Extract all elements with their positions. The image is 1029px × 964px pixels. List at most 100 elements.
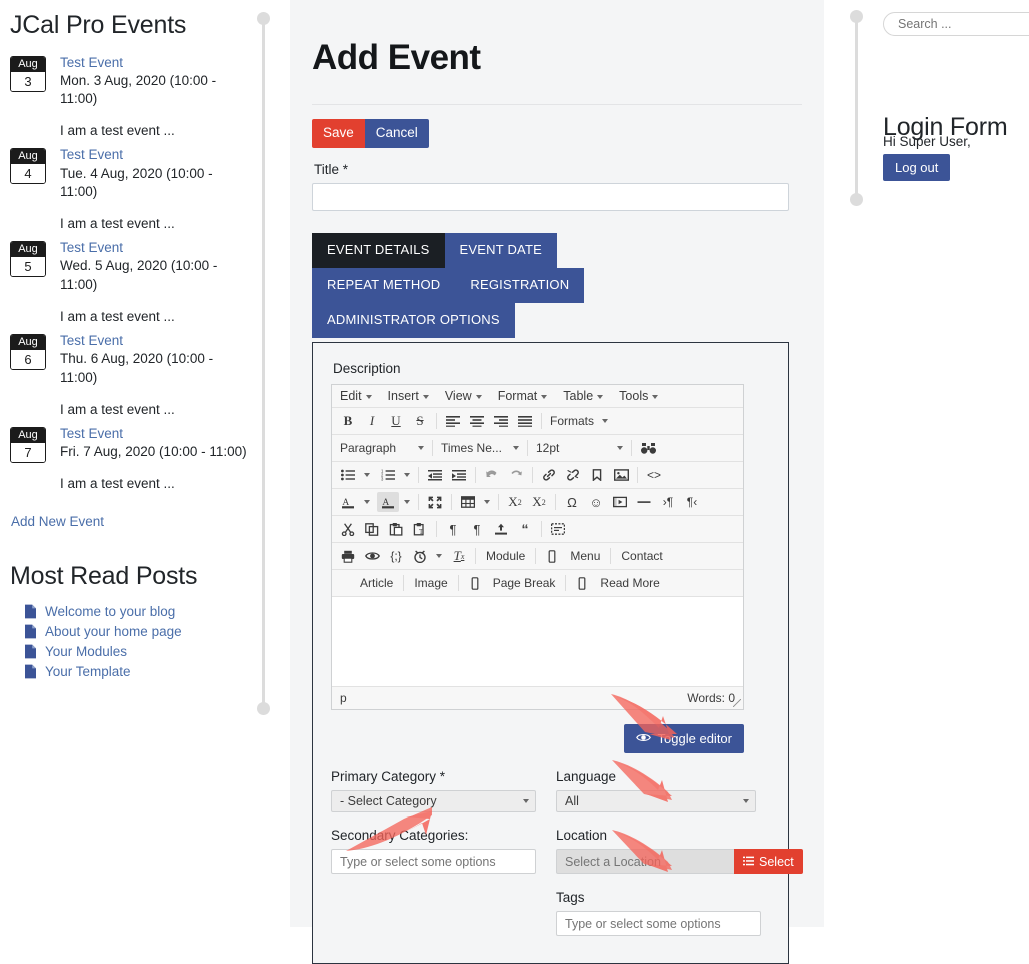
align-justify-icon[interactable]: [514, 411, 536, 431]
code-sample-icon[interactable]: {;}: [385, 546, 407, 566]
cut-icon[interactable]: [337, 519, 359, 539]
tab-administrator-options[interactable]: ADMINISTRATOR OPTIONS: [312, 303, 515, 339]
toggle-editor-button[interactable]: Toggle editor: [623, 724, 744, 754]
anchor-icon[interactable]: [586, 465, 608, 485]
editor-menu-format[interactable]: Format: [498, 389, 548, 403]
joomla-module-button[interactable]: Module: [480, 549, 531, 563]
image-icon[interactable]: [610, 465, 632, 485]
chevron-down-icon[interactable]: [404, 473, 410, 478]
add-new-event-link[interactable]: Add New Event: [11, 514, 104, 529]
link-icon[interactable]: [538, 465, 560, 485]
chevron-down-icon[interactable]: [404, 500, 410, 505]
editor-menu-insert[interactable]: Insert: [388, 389, 429, 403]
editor-menu-table[interactable]: Table: [563, 389, 604, 403]
secondary-categories-input[interactable]: [331, 849, 536, 875]
blockquote-icon[interactable]: “: [514, 519, 536, 539]
rail-knob-top[interactable]: [850, 10, 863, 23]
left-scroll-rail[interactable]: [257, 12, 270, 715]
binoculars-icon[interactable]: [637, 438, 659, 458]
editor-menu-tools[interactable]: Tools: [619, 389, 659, 403]
align-right-icon[interactable]: [490, 411, 512, 431]
right-scroll-rail[interactable]: [850, 10, 863, 206]
editor-menu-edit[interactable]: Edit: [340, 389, 372, 403]
show-blocks-icon[interactable]: ¶: [442, 519, 464, 539]
numbered-list-icon[interactable]: 123: [377, 465, 399, 485]
event-title-link[interactable]: Test Event: [60, 425, 250, 443]
tab-event-details[interactable]: EVENT DETAILS: [312, 232, 445, 268]
font-size-dropdown[interactable]: 12pt: [532, 438, 627, 458]
clear-formatting-icon[interactable]: Tx: [448, 546, 470, 566]
chevron-down-icon[interactable]: [436, 554, 442, 559]
align-left-icon[interactable]: [442, 411, 464, 431]
cancel-button[interactable]: Cancel: [364, 119, 429, 148]
template-icon[interactable]: [490, 519, 512, 539]
special-character-icon[interactable]: Ω: [561, 492, 583, 512]
visual-chars-icon[interactable]: [547, 519, 569, 539]
print-icon[interactable]: [337, 546, 359, 566]
undo-icon[interactable]: [481, 465, 503, 485]
location-select-button[interactable]: Select: [734, 849, 803, 875]
primary-category-select[interactable]: - Select Category: [331, 790, 536, 813]
copy-icon[interactable]: [361, 519, 383, 539]
chevron-down-icon[interactable]: [484, 500, 490, 505]
language-select[interactable]: All: [556, 790, 756, 813]
event-title-link[interactable]: Test Event: [60, 332, 250, 350]
joomla-read-more-button[interactable]: Read More: [594, 576, 665, 590]
bullet-list-icon[interactable]: [337, 465, 359, 485]
joomla-page-break-button[interactable]: Page Break: [487, 576, 562, 590]
tags-input[interactable]: [556, 911, 761, 937]
post-link[interactable]: About your home page: [45, 624, 182, 639]
editor-resize-handle[interactable]: [733, 699, 741, 708]
underline-icon[interactable]: U: [385, 411, 407, 431]
search-input[interactable]: [883, 12, 1029, 36]
event-title-link[interactable]: Test Event: [60, 239, 250, 257]
horizontal-rule-icon[interactable]: [633, 492, 655, 512]
insert-date-time-icon[interactable]: [409, 546, 431, 566]
post-link[interactable]: Your Template: [45, 664, 131, 679]
background-color-icon[interactable]: A: [377, 492, 399, 513]
chevron-down-icon[interactable]: [364, 473, 370, 478]
joomla-image-button[interactable]: Image: [408, 576, 453, 590]
align-center-icon[interactable]: [466, 411, 488, 431]
italic-icon[interactable]: I: [361, 411, 383, 431]
strikethrough-icon[interactable]: S: [409, 411, 431, 431]
fullscreen-icon[interactable]: [424, 492, 446, 512]
unlink-icon[interactable]: [562, 465, 584, 485]
post-link[interactable]: Your Modules: [45, 644, 127, 659]
text-color-icon[interactable]: A: [337, 492, 359, 512]
bold-icon[interactable]: B: [337, 411, 359, 431]
save-button[interactable]: Save: [312, 119, 365, 148]
joomla-menu-button[interactable]: Menu: [564, 549, 606, 563]
outdent-icon[interactable]: [424, 465, 446, 485]
preview-icon[interactable]: [361, 546, 383, 566]
tab-event-date[interactable]: EVENT DATE: [444, 232, 557, 268]
indent-icon[interactable]: [448, 465, 470, 485]
event-title-link[interactable]: Test Event: [60, 146, 250, 164]
block-format-dropdown[interactable]: Paragraph: [336, 438, 428, 458]
rtl-icon[interactable]: ¶‹: [681, 492, 703, 512]
post-link[interactable]: Welcome to your blog: [45, 604, 175, 619]
paste-text-icon[interactable]: T: [409, 519, 431, 539]
source-code-icon[interactable]: <>: [643, 465, 665, 485]
rail-knob-bottom[interactable]: [850, 193, 863, 206]
table-icon[interactable]: [457, 492, 479, 512]
superscript-icon[interactable]: X2: [528, 492, 550, 512]
editor-content-area[interactable]: [332, 597, 743, 688]
paragraph-icon[interactable]: ¶: [466, 519, 488, 539]
joomla-contact-button[interactable]: Contact: [615, 549, 668, 563]
tab-registration[interactable]: REGISTRATION: [455, 267, 585, 304]
subscript-icon[interactable]: X2: [504, 492, 526, 512]
joomla-article-button[interactable]: Article: [354, 576, 399, 590]
rail-knob-bottom[interactable]: [257, 702, 270, 715]
logout-button[interactable]: Log out: [883, 154, 951, 181]
media-icon[interactable]: [609, 492, 631, 512]
redo-icon[interactable]: [505, 465, 527, 485]
tab-repeat-method[interactable]: REPEAT METHOD: [312, 267, 456, 304]
emoticon-icon[interactable]: ☺: [585, 492, 607, 512]
rail-knob-top[interactable]: [257, 12, 270, 25]
paste-icon[interactable]: [385, 519, 407, 539]
formats-dropdown[interactable]: Formats: [546, 411, 612, 431]
chevron-down-icon[interactable]: [364, 500, 370, 505]
ltr-icon[interactable]: ›¶: [657, 492, 679, 512]
location-input[interactable]: [556, 849, 734, 875]
